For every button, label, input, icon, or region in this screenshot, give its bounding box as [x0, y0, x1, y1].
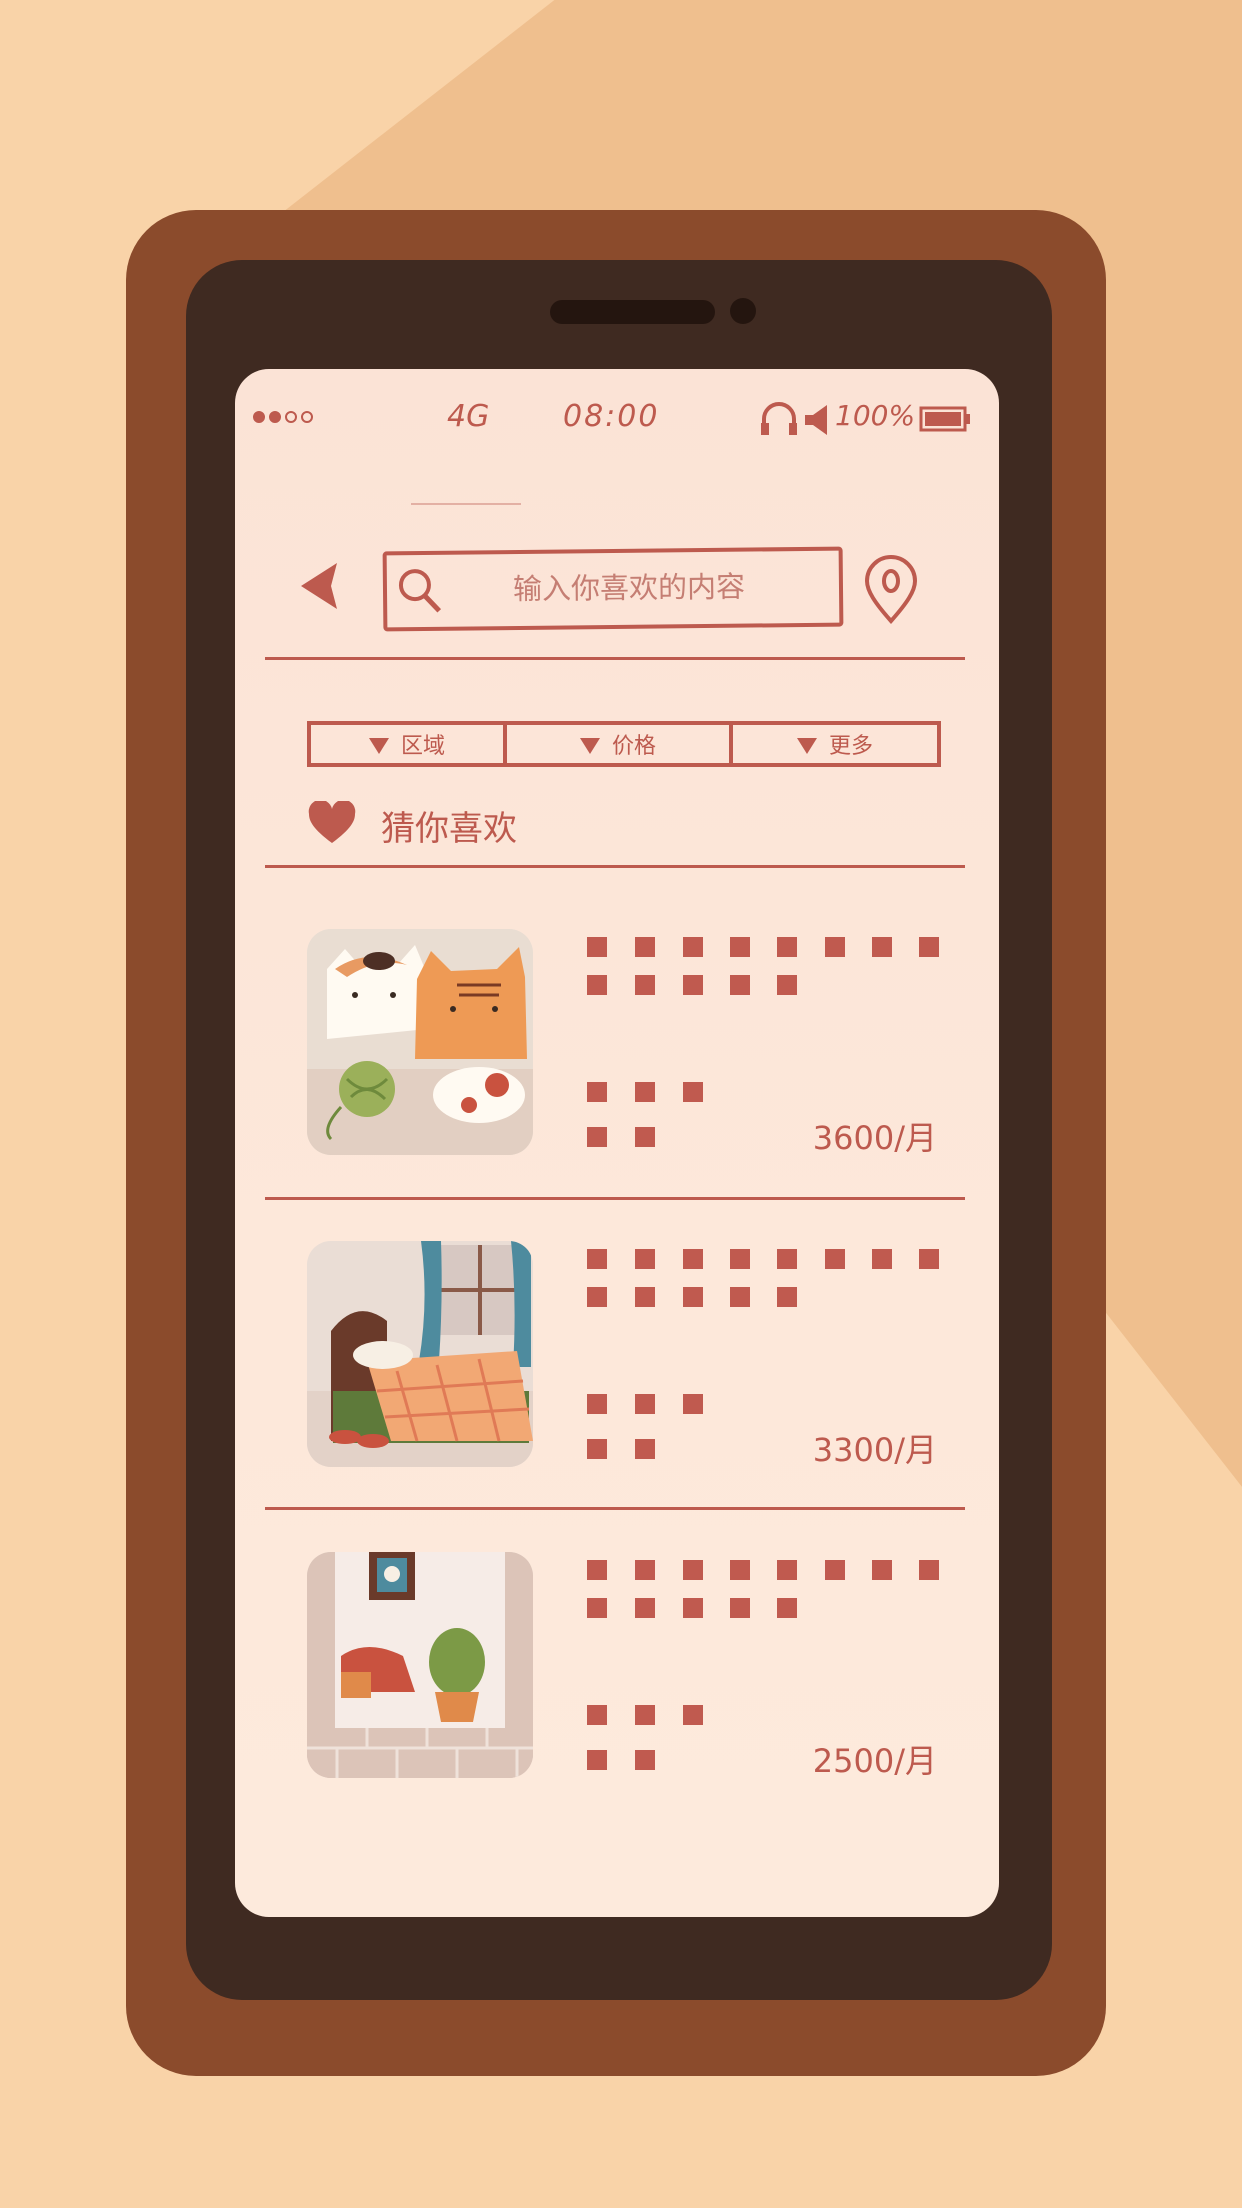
filter-region[interactable]: 区域 [311, 725, 503, 763]
filter-label: 更多 [828, 734, 873, 759]
search-icon[interactable] [395, 565, 444, 615]
listing-price: 3600/月 [812, 1119, 937, 1157]
dropdown-triangle-icon [368, 738, 389, 754]
filter-more[interactable]: 更多 [729, 725, 937, 763]
filter-bar: 区域 价格 更多 [307, 721, 941, 767]
listing-price: 2500/月 [812, 1742, 937, 1780]
location-pin-icon[interactable] [861, 555, 921, 625]
status-time: 08:00 [563, 399, 660, 434]
back-arrow-icon[interactable] [297, 559, 345, 613]
listing-price: 3300/月 [812, 1431, 937, 1469]
listing-card[interactable]: 3300/月 [307, 1241, 939, 1469]
dropdown-triangle-icon [796, 738, 817, 754]
headphones-icon [761, 402, 797, 435]
phone-camera [730, 298, 756, 324]
search-box[interactable] [382, 546, 844, 632]
signal-indicator [253, 411, 313, 423]
listing-card[interactable]: 2500/月 [307, 1552, 939, 1780]
pull-indicator [411, 503, 521, 505]
listing-divider [265, 1197, 965, 1200]
volume-icon [805, 405, 827, 435]
living-room-illustration [307, 1552, 533, 1778]
heart-icon [308, 801, 356, 843]
status-bar: 4G 08:00 100% [235, 399, 999, 439]
phone-speaker [550, 300, 715, 324]
phone-screen: 4G 08:00 100% 输入你喜欢的内容 区域 价格 更多 猜你喜欢 360… [235, 369, 999, 1917]
bedroom-illustration [307, 1241, 533, 1467]
listing-divider [265, 1507, 965, 1510]
section-title: 猜你喜欢 [381, 809, 517, 849]
search-input[interactable] [446, 558, 812, 617]
network-type: 4G [447, 399, 490, 434]
header-divider [265, 657, 965, 660]
filter-label: 价格 [611, 734, 656, 759]
filter-price[interactable]: 价格 [503, 725, 729, 763]
battery-percent: 100% [835, 399, 916, 432]
filter-label: 区域 [400, 734, 445, 759]
battery-icon [919, 406, 970, 432]
listing-card[interactable]: 3600/月 [307, 929, 939, 1157]
dropdown-triangle-icon [579, 738, 600, 754]
cats-illustration [307, 929, 533, 1155]
section-divider [265, 865, 965, 868]
